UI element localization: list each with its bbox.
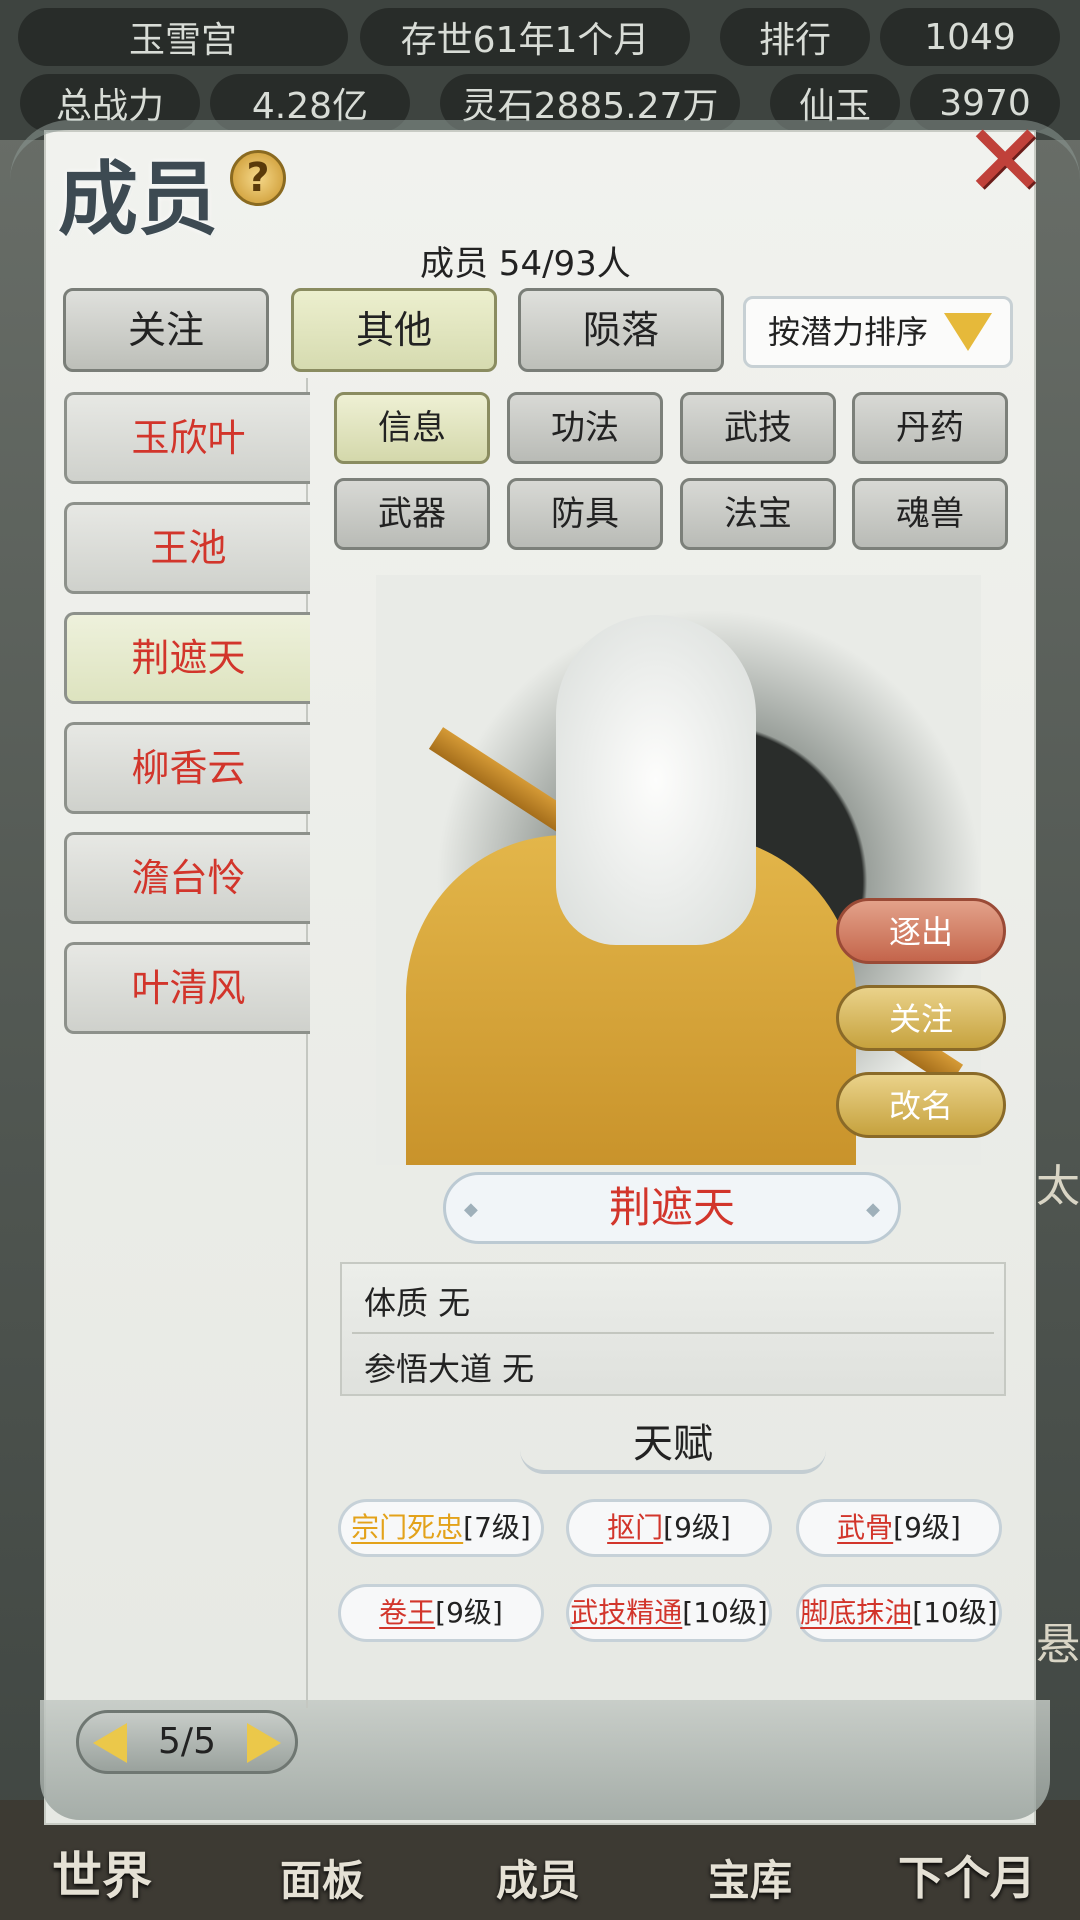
- talent-section-title: 天赋: [520, 1414, 826, 1474]
- power-value: 4.28亿: [210, 74, 410, 132]
- subtab-pills[interactable]: 丹药: [852, 392, 1008, 464]
- hair-illustration: [556, 615, 756, 945]
- talent-badge[interactable]: 抠门[9级]: [566, 1499, 772, 1557]
- tab-fallen[interactable]: 陨落: [518, 288, 724, 372]
- member-list: 玉欣叶 王池 荆遮天 柳香云 澹台怜 叶清风: [58, 378, 310, 1708]
- dialog-title: 成员: [58, 152, 218, 246]
- tab-followed[interactable]: 关注: [63, 288, 269, 372]
- member-count: 成员 54/93人: [420, 244, 631, 284]
- constitution-text: 体质 无: [364, 1284, 471, 1322]
- talent-badge[interactable]: 武骨[9级]: [796, 1499, 1002, 1557]
- diamond-icon: ◆: [464, 1199, 478, 1220]
- tab-others[interactable]: 其他: [291, 288, 497, 372]
- top-status-bar: 玉雪宫 存世61年1个月 排行 1049 总战力 4.28亿 灵石2885.27…: [0, 0, 1080, 140]
- subtab-artifact[interactable]: 法宝: [680, 478, 836, 550]
- subtab-armor[interactable]: 防具: [507, 478, 663, 550]
- subtab-martial-skill[interactable]: 武技: [680, 392, 836, 464]
- rank-value: 1049: [880, 8, 1060, 66]
- dropdown-triangle-icon: [944, 313, 992, 351]
- member-info-box: 体质 无 参悟大道 无: [340, 1262, 1006, 1396]
- member-item[interactable]: 叶清风: [64, 942, 310, 1034]
- help-icon[interactable]: ?: [230, 150, 286, 206]
- sect-age: 存世61年1个月: [360, 8, 690, 66]
- talent-badge[interactable]: 卷王[9级]: [338, 1584, 544, 1642]
- talent-badge[interactable]: 脚底抹油[10级]: [796, 1584, 1002, 1642]
- talent-badge[interactable]: 武技精通[10级]: [566, 1584, 772, 1642]
- selected-member-name: 荆遮天: [608, 1183, 735, 1232]
- talent-level: [9级]: [435, 1596, 503, 1629]
- talent-level: [10级]: [912, 1596, 998, 1629]
- jade-label: 仙玉: [770, 74, 900, 132]
- pagination: 5/5: [76, 1710, 298, 1774]
- diamond-icon: ◆: [866, 1199, 880, 1220]
- spirit-stone: 灵石2885.27万: [440, 74, 740, 132]
- subtab-info[interactable]: 信息: [334, 392, 490, 464]
- close-icon[interactable]: ✕: [962, 111, 1048, 211]
- subtab-soul-beast[interactable]: 魂兽: [852, 478, 1008, 550]
- nav-world[interactable]: 世界: [52, 1836, 152, 1908]
- talent-name: 抠门: [607, 1511, 664, 1544]
- talent-level: [10级]: [682, 1596, 768, 1629]
- evict-button[interactable]: 逐出: [836, 898, 1006, 964]
- talent-level: [9级]: [893, 1511, 961, 1544]
- subtab-cultivation[interactable]: 功法: [507, 392, 663, 464]
- power-label: 总战力: [20, 74, 200, 132]
- page-indicator: 5/5: [158, 1721, 216, 1762]
- sect-name: 玉雪宫: [18, 8, 348, 66]
- talent-name: 卷王: [379, 1596, 436, 1629]
- talent-level: [7级]: [463, 1511, 531, 1544]
- talent-badge[interactable]: 宗门死忠[7级]: [338, 1499, 544, 1557]
- nav-members[interactable]: 成员: [496, 1847, 580, 1908]
- rename-button[interactable]: 改名: [836, 1072, 1006, 1138]
- nav-next-month[interactable]: 下个月: [898, 1842, 1036, 1908]
- nav-panel[interactable]: 面板: [280, 1847, 364, 1908]
- prev-page-icon[interactable]: [93, 1723, 127, 1763]
- subtab-weapon[interactable]: 武器: [334, 478, 490, 550]
- follow-button[interactable]: 关注: [836, 985, 1006, 1051]
- side-peek-1: 太: [1036, 1161, 1080, 1212]
- member-item[interactable]: 澹台怜: [64, 832, 310, 924]
- member-item[interactable]: 王池: [64, 502, 310, 594]
- member-item-selected[interactable]: 荆遮天: [64, 612, 310, 704]
- sort-label: 按潜力排序: [768, 313, 929, 351]
- member-item[interactable]: 玉欣叶: [64, 392, 310, 484]
- nav-treasury[interactable]: 宝库: [708, 1847, 792, 1908]
- talent-name: 宗门死忠: [351, 1511, 464, 1544]
- talent-name: 武技精通: [570, 1596, 683, 1629]
- talent-name: 脚底抹油: [800, 1596, 913, 1629]
- info-divider: [352, 1332, 994, 1334]
- next-page-icon[interactable]: [247, 1723, 281, 1763]
- rank-label[interactable]: 排行: [720, 8, 870, 66]
- selected-member-name-plate: ◆ 荆遮天 ◆: [443, 1172, 901, 1244]
- talent-name: 武骨: [837, 1511, 894, 1544]
- dao-text: 参悟大道 无: [364, 1350, 535, 1388]
- side-peek-2: 悬: [1036, 1619, 1080, 1670]
- talent-level: [9级]: [663, 1511, 731, 1544]
- member-item[interactable]: 柳香云: [64, 722, 310, 814]
- sort-dropdown[interactable]: 按潜力排序: [743, 296, 1013, 368]
